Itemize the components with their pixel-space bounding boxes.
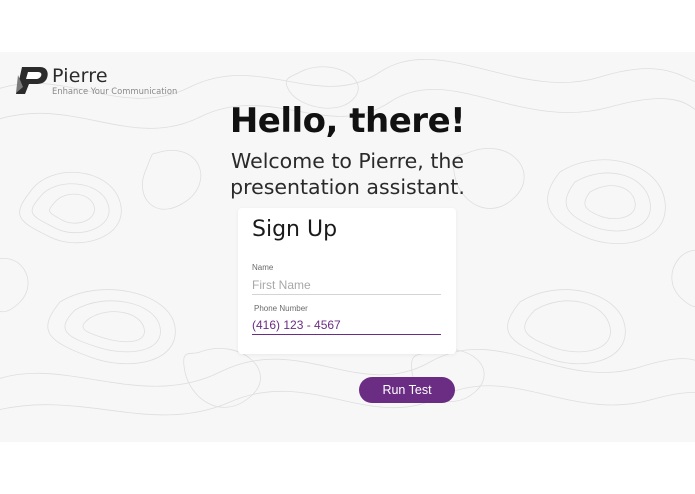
run-test-button[interactable]: Run Test (359, 377, 455, 403)
first-name-input[interactable] (252, 276, 441, 295)
hero-subtitle: Welcome to Pierre, the presentation assi… (0, 148, 695, 200)
speech-bubble-p-logo-icon (16, 67, 48, 94)
hero-subtitle-line-2: presentation assistant. (230, 175, 465, 199)
signup-title: Sign Up (252, 217, 338, 242)
brand-name: Pierre (52, 65, 108, 87)
phone-number-input[interactable] (252, 316, 441, 335)
signup-card: Sign Up Name Phone Number (238, 208, 456, 354)
hero-subtitle-line-1: Welcome to Pierre, the (231, 149, 464, 173)
brand-tagline: Enhance Your Communication (52, 86, 178, 96)
hero-title: Hello, there! (229, 101, 466, 141)
brand-logo[interactable]: Pierre Enhance Your Communication (14, 65, 177, 96)
name-label: Name (252, 263, 274, 272)
page: Pierre Enhance Your Communication Hello,… (0, 0, 695, 494)
phone-number-label: Phone Number (254, 304, 308, 313)
